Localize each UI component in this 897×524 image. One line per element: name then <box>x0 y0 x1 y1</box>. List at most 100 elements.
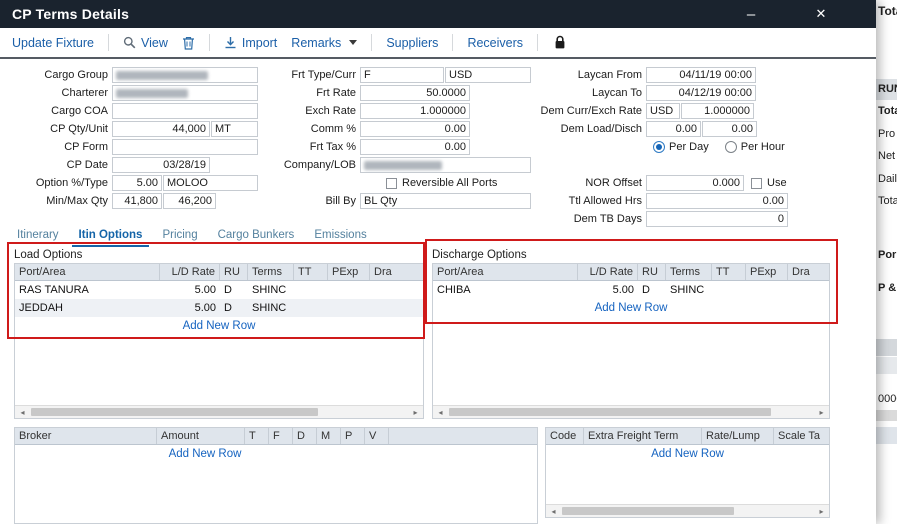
option-pct-field[interactable]: 5.00 <box>112 175 162 191</box>
discharge-options-add-new-row-link[interactable]: Add New Row <box>433 299 829 317</box>
cargo-coa-field[interactable] <box>112 103 258 119</box>
laycan-from-field[interactable]: 04/11/19 00:00 <box>646 67 756 83</box>
suppliers-button[interactable]: Suppliers <box>386 36 438 50</box>
cell-terms[interactable]: SHINC <box>666 284 712 296</box>
comm-pct-field[interactable]: 0.00 <box>360 121 470 137</box>
per-day-radio[interactable] <box>653 141 665 153</box>
frt-curr-field[interactable]: USD <box>445 67 531 83</box>
table-row[interactable]: CHIBA 5.00 D SHINC <box>433 281 829 299</box>
tab-cargo-bunkers[interactable]: Cargo Bunkers <box>211 229 302 247</box>
company-lob-field[interactable] <box>360 157 531 173</box>
scroll-left-arrow[interactable]: ◂ <box>15 406 30 418</box>
dem-disch-field[interactable]: 0.00 <box>702 121 757 137</box>
cp-date-field[interactable]: 03/28/19 <box>112 157 210 173</box>
dem-curr-field[interactable]: USD <box>646 103 680 119</box>
dem-load-field[interactable]: 0.00 <box>646 121 701 137</box>
column-header-ru[interactable]: RU <box>220 264 248 280</box>
column-header-port-area[interactable]: Port/Area <box>433 264 578 280</box>
nor-offset-use-checkbox[interactable] <box>751 178 762 189</box>
cell-ld-rate[interactable]: 5.00 <box>578 284 638 296</box>
cell-ld-rate[interactable]: 5.00 <box>160 302 220 314</box>
table-row[interactable]: RAS TANURA 5.00 D SHINC <box>15 281 423 299</box>
column-header-scale-table[interactable]: Scale Ta <box>774 428 829 444</box>
table-row[interactable]: JEDDAH 5.00 D SHINC <box>15 299 423 317</box>
extra-freight-add-new-row-link[interactable]: Add New Row <box>546 445 829 463</box>
charterer-field[interactable] <box>112 85 258 101</box>
cell-port-area[interactable]: JEDDAH <box>15 302 160 314</box>
frt-tax-pct-field[interactable]: 0.00 <box>360 139 470 155</box>
close-button[interactable]: ✕ <box>812 0 830 28</box>
column-header-terms[interactable]: Terms <box>248 264 294 280</box>
column-header-d[interactable]: D <box>293 428 317 444</box>
ttl-allowed-hrs-field[interactable]: 0.00 <box>646 193 788 209</box>
remarks-dropdown[interactable]: Remarks <box>291 36 357 50</box>
cell-terms[interactable]: SHINC <box>248 284 294 296</box>
tab-emissions[interactable]: Emissions <box>307 229 373 247</box>
scroll-right-arrow[interactable]: ▸ <box>408 406 423 418</box>
discharge-options-horizontal-scrollbar[interactable]: ◂ ▸ <box>433 405 829 418</box>
scrollbar-thumb[interactable] <box>562 507 734 515</box>
load-options-horizontal-scrollbar[interactable]: ◂ ▸ <box>15 405 423 418</box>
broker-add-new-row-link[interactable]: Add New Row <box>15 445 395 463</box>
column-header-ru[interactable]: RU <box>638 264 666 280</box>
view-button[interactable]: View <box>123 36 168 50</box>
cell-ru[interactable]: D <box>220 302 248 314</box>
per-hour-radio[interactable] <box>725 141 737 153</box>
tab-pricing[interactable]: Pricing <box>155 229 204 247</box>
column-header-t[interactable]: T <box>245 428 269 444</box>
cp-qty-field[interactable]: 44,000 <box>112 121 210 137</box>
cargo-group-field[interactable] <box>112 67 258 83</box>
dem-exch-rate-field[interactable]: 1.000000 <box>681 103 754 119</box>
cell-port-area[interactable]: CHIBA <box>433 284 578 296</box>
min-qty-field[interactable]: 41,800 <box>112 193 162 209</box>
bill-by-field[interactable]: BL Qty <box>360 193 531 209</box>
column-header-code[interactable]: Code <box>546 428 584 444</box>
column-header-amount[interactable]: Amount <box>157 428 245 444</box>
frt-type-field[interactable]: F <box>360 67 444 83</box>
scrollbar-thumb[interactable] <box>449 408 771 416</box>
cell-ru[interactable]: D <box>220 284 248 296</box>
cell-ld-rate[interactable]: 5.00 <box>160 284 220 296</box>
minimize-button[interactable]: – <box>742 0 760 28</box>
column-header-terms[interactable]: Terms <box>666 264 712 280</box>
nor-offset-field[interactable]: 0.000 <box>646 175 744 191</box>
column-header-pexp[interactable]: PExp <box>328 264 370 280</box>
frt-rate-field[interactable]: 50.0000 <box>360 85 470 101</box>
column-header-extra-freight-term[interactable]: Extra Freight Term <box>584 428 702 444</box>
scroll-right-arrow[interactable]: ▸ <box>814 505 829 517</box>
laycan-to-field[interactable]: 04/12/19 00:00 <box>646 85 756 101</box>
cp-form-field[interactable] <box>112 139 258 155</box>
tab-itinerary[interactable]: Itinerary <box>10 229 66 247</box>
scroll-left-arrow[interactable]: ◂ <box>546 505 561 517</box>
delete-button[interactable] <box>182 36 195 50</box>
dem-tb-days-field[interactable]: 0 <box>646 211 788 227</box>
scrollbar-track[interactable] <box>448 406 814 418</box>
column-header-f[interactable]: F <box>269 428 293 444</box>
update-fixture-button[interactable]: Update Fixture <box>12 36 94 50</box>
load-options-add-new-row-link[interactable]: Add New Row <box>15 317 423 335</box>
column-header-rate-lump[interactable]: Rate/Lump <box>702 428 774 444</box>
column-header-pexp[interactable]: PExp <box>746 264 788 280</box>
cell-port-area[interactable]: RAS TANURA <box>15 284 160 296</box>
lock-button[interactable] <box>554 35 566 50</box>
tab-itin-options[interactable]: Itin Options <box>72 229 150 247</box>
scroll-right-arrow[interactable]: ▸ <box>814 406 829 418</box>
import-button[interactable]: Import <box>224 36 277 50</box>
column-header-ld-rate[interactable]: L/D Rate <box>160 264 220 280</box>
receivers-button[interactable]: Receivers <box>467 36 523 50</box>
extra-freight-horizontal-scrollbar[interactable]: ◂ ▸ <box>546 504 829 517</box>
column-header-tt[interactable]: TT <box>294 264 328 280</box>
column-header-ld-rate[interactable]: L/D Rate <box>578 264 638 280</box>
cell-terms[interactable]: SHINC <box>248 302 294 314</box>
cell-ru[interactable]: D <box>638 284 666 296</box>
title-bar[interactable]: CP Terms Details – ✕ <box>0 0 876 28</box>
cp-unit-field[interactable]: MT <box>211 121 258 137</box>
column-header-dra[interactable]: Dra <box>788 264 829 280</box>
column-header-broker[interactable]: Broker <box>15 428 157 444</box>
scrollbar-track[interactable] <box>561 505 814 517</box>
scrollbar-thumb[interactable] <box>31 408 318 416</box>
max-qty-field[interactable]: 46,200 <box>163 193 216 209</box>
column-header-m[interactable]: M <box>317 428 341 444</box>
reversible-all-ports-checkbox[interactable] <box>386 178 397 189</box>
column-header-p[interactable]: P <box>341 428 365 444</box>
